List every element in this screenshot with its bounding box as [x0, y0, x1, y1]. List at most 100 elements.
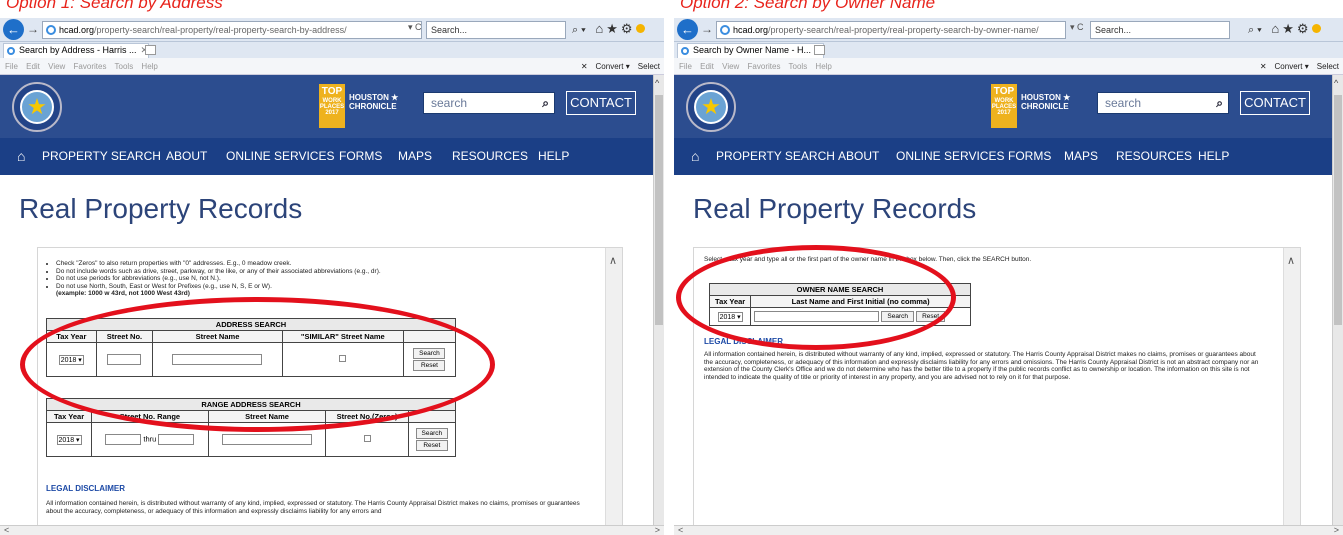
main-nav: ⌂ PROPERTY SEARCH ABOUT ONLINE SERVICES …: [674, 138, 1332, 175]
range-reset-button[interactable]: Reset: [415, 440, 448, 451]
top-workplaces-badge: TOP WORK PLACES 2017: [319, 84, 345, 128]
feedback-smiley-icon[interactable]: [1311, 24, 1321, 33]
horizontal-scrollbar[interactable]: < >: [0, 525, 664, 535]
site-header: ★ TOP WORK PLACES 2017 HOUSTON ★ CHRONICL…: [674, 75, 1332, 138]
nav-resources[interactable]: RESOURCES: [452, 138, 528, 175]
reset-button[interactable]: Reset: [413, 360, 446, 371]
nav-home-icon[interactable]: ⌂: [691, 138, 699, 175]
select-button[interactable]: Select: [1317, 62, 1339, 71]
nav-resources[interactable]: RESOURCES: [1116, 138, 1192, 175]
magnifier-icon[interactable]: ⌕▾: [572, 24, 589, 36]
frame-scrollbar[interactable]: ∧∨: [1283, 248, 1300, 525]
reset-button[interactable]: Reset: [916, 311, 946, 323]
feedback-smiley-icon[interactable]: [635, 24, 645, 33]
forward-arrow-icon[interactable]: →: [701, 22, 713, 36]
ie-icon: [681, 47, 689, 55]
scroll-right-icon[interactable]: >: [655, 526, 660, 535]
owner-name-input[interactable]: [754, 310, 880, 322]
search-button[interactable]: Search: [413, 348, 446, 359]
close-toolbar-button[interactable]: ✕: [1260, 62, 1267, 71]
scroll-right-icon[interactable]: >: [1334, 526, 1339, 535]
url-field[interactable]: hcad.org/property-search/real-property/r…: [716, 21, 1066, 39]
scroll-up-icon[interactable]: ^: [1334, 78, 1338, 88]
range-search-button[interactable]: Search: [415, 428, 448, 439]
nav-help[interactable]: HELP: [538, 138, 569, 175]
horizontal-scrollbar[interactable]: < >: [674, 525, 1343, 535]
nav-property-search[interactable]: PROPERTY SEARCH: [42, 138, 161, 175]
contact-button[interactable]: CONTACT: [566, 91, 636, 115]
magnifier-icon[interactable]: ⌕▾: [1248, 24, 1265, 36]
search-icon[interactable]: ⌕: [1216, 93, 1223, 113]
url-controls[interactable]: ▾ C: [408, 22, 422, 33]
nav-about[interactable]: ABOUT: [838, 138, 879, 175]
scroll-thumb[interactable]: [1334, 95, 1342, 325]
nav-online-services[interactable]: ONLINE SERVICES: [896, 138, 1004, 175]
scroll-left-icon[interactable]: <: [4, 526, 9, 535]
similar-checkbox[interactable]: [339, 355, 347, 362]
street-no-input[interactable]: [107, 354, 142, 365]
select-button[interactable]: Select: [638, 62, 660, 71]
convert-button[interactable]: Convert ▾: [1275, 62, 1309, 71]
browser-search-input[interactable]: Search...: [1090, 21, 1230, 39]
forward-arrow-icon[interactable]: →: [27, 22, 39, 36]
street-name-input[interactable]: [172, 354, 263, 365]
search-icon[interactable]: ⌕: [542, 93, 549, 113]
menu-items[interactable]: File Edit View Favorites Tools Help: [679, 58, 832, 75]
zeros-checkbox[interactable]: [363, 435, 371, 442]
scroll-up-icon[interactable]: ∧: [1287, 254, 1295, 267]
tab-strip: Search by Owner Name - H...✕: [674, 42, 1343, 58]
hcad-seal-logo[interactable]: ★: [12, 82, 62, 132]
menu-items[interactable]: File Edit View Favorites Tools Help: [5, 58, 158, 75]
scroll-up-icon[interactable]: ^: [655, 78, 659, 88]
back-arrow-icon[interactable]: ←: [677, 19, 698, 40]
site-search-input[interactable]: search ⌕: [1097, 92, 1229, 114]
close-toolbar-button[interactable]: ✕: [581, 62, 588, 71]
site-search-input[interactable]: search ⌕: [423, 92, 555, 114]
home-icon[interactable]: ⌂: [595, 21, 606, 36]
legal-disclaimer-text: All information contained herein, is dis…: [704, 351, 1259, 381]
home-icon[interactable]: ⌂: [1271, 21, 1282, 36]
contact-button[interactable]: CONTACT: [1240, 91, 1310, 115]
nav-forms[interactable]: FORMS: [1008, 138, 1051, 175]
new-tab-button[interactable]: [145, 45, 156, 55]
favorites-star-icon[interactable]: ★: [1282, 21, 1297, 36]
tax-year-select[interactable]: 2018 ▾: [717, 311, 743, 322]
back-arrow-icon[interactable]: ←: [3, 19, 24, 40]
tax-year-select[interactable]: 2018 ▾: [58, 354, 84, 365]
nav-maps[interactable]: MAPS: [398, 138, 432, 175]
new-tab-button[interactable]: [814, 45, 825, 55]
page-scrollbar[interactable]: ^: [653, 75, 664, 525]
tax-year-value: 2018: [719, 313, 736, 321]
frame-scrollbar[interactable]: ∧∨: [605, 248, 622, 525]
page-content: Real Property Records Check "Zeros" to a…: [0, 175, 653, 525]
range-street-name-input[interactable]: [222, 434, 313, 445]
scroll-thumb[interactable]: [655, 95, 663, 325]
nav-property-search[interactable]: PROPERTY SEARCH: [716, 138, 835, 175]
range-from-input[interactable]: [105, 434, 142, 445]
nav-about[interactable]: ABOUT: [166, 138, 207, 175]
owner-search-table: OWNER NAME SEARCH Tax Year Last Name and…: [708, 283, 971, 326]
gear-icon[interactable]: ⚙: [1297, 21, 1312, 36]
range-to-input[interactable]: [158, 434, 195, 445]
url-field[interactable]: hcad.org/property-search/real-property/r…: [42, 21, 422, 39]
browser-search-input[interactable]: Search...: [426, 21, 566, 39]
range-tax-year-select[interactable]: 2018 ▾: [56, 434, 82, 445]
nav-home-icon[interactable]: ⌂: [17, 138, 25, 175]
search-button[interactable]: Search: [881, 311, 914, 323]
option2-caption: Option 2: Search by Owner Name: [680, 0, 936, 12]
hcad-seal-logo[interactable]: ★: [686, 82, 736, 132]
nav-forms[interactable]: FORMS: [339, 138, 382, 175]
scroll-left-icon[interactable]: <: [678, 526, 683, 535]
browser-tab[interactable]: Search by Owner Name - H...✕: [677, 43, 824, 58]
nav-maps[interactable]: MAPS: [1064, 138, 1098, 175]
nav-help[interactable]: HELP: [1198, 138, 1229, 175]
nav-online-services[interactable]: ONLINE SERVICES: [226, 138, 334, 175]
page-scrollbar[interactable]: ^: [1332, 75, 1343, 525]
gear-icon[interactable]: ⚙: [621, 21, 636, 36]
scroll-up-icon[interactable]: ∧: [609, 254, 617, 267]
browser-tab[interactable]: Search by Address - Harris ...✕: [3, 43, 150, 58]
url-controls[interactable]: ▾ C: [1070, 22, 1084, 33]
favorites-star-icon[interactable]: ★: [606, 21, 621, 36]
convert-button[interactable]: Convert ▾: [596, 62, 630, 71]
legal-disclaimer-text: All information contained herein, is dis…: [46, 500, 580, 515]
